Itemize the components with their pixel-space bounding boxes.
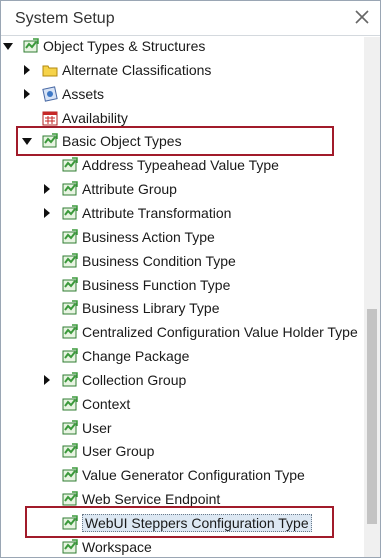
object-type-icon <box>62 324 78 339</box>
highlight-basic-object-types <box>16 126 334 156</box>
object-type-icon <box>62 181 78 196</box>
tree-item-label: Context <box>82 395 131 412</box>
object-type-tree: Object Types & Structures Alternate Class… <box>1 37 365 557</box>
object-type-icon <box>62 300 78 315</box>
folder-icon <box>42 65 58 77</box>
tree-item-label: Value Generator Configuration Type <box>82 467 305 484</box>
tree-item-level2-11[interactable]: User <box>1 417 361 441</box>
object-type-icon <box>62 419 78 435</box>
tree-item-label: Availability <box>62 109 128 126</box>
tree-item-level2-3[interactable]: Business Action Type <box>1 226 361 250</box>
tree-item-level2-2[interactable]: Attribute Transformation <box>1 202 361 226</box>
tree-item-level2-7[interactable]: Centralized Configuration Value Holder T… <box>1 321 361 345</box>
tree-item-label: Change Package <box>82 348 190 365</box>
panel-title: System Setup <box>15 10 115 27</box>
tree-item-label: Centralized Configuration Value Holder T… <box>82 324 358 341</box>
object-type-icon <box>62 539 78 554</box>
highlight-webui-steppers <box>25 506 334 538</box>
tree-item-label: Workspace <box>82 538 152 555</box>
object-type-icon <box>62 205 78 220</box>
tree-item-label: User Group <box>82 443 155 460</box>
tree-item-level2-12[interactable]: User Group <box>1 440 361 464</box>
tree-item-object-types-structures[interactable]: Object Types & Structures <box>1 37 361 59</box>
expand-right-arrow-icon[interactable] <box>22 88 32 100</box>
object-type-icon <box>62 157 78 172</box>
object-type-icon <box>62 443 78 458</box>
tree-item-label: User <box>82 419 112 436</box>
title-bar: System Setup <box>1 1 380 36</box>
tree-item-label: Business Condition Type <box>82 252 236 269</box>
object-type-icon <box>62 252 78 268</box>
expand-down-arrow-icon[interactable] <box>3 40 13 52</box>
object-type-icon <box>62 229 78 244</box>
tree-item-level2-5[interactable]: Business Function Type <box>1 274 361 298</box>
object-type-icon <box>62 491 78 506</box>
expand-right-arrow-icon[interactable] <box>42 374 52 386</box>
tree-item-level2-0[interactable]: Address Typeahead Value Type <box>1 154 361 178</box>
tree-item-level2-13[interactable]: Value Generator Configuration Type <box>1 464 361 488</box>
scrollbar-thumb[interactable] <box>367 309 377 524</box>
tree-item-label: Business Library Type <box>82 300 220 317</box>
tree-item-level1-0[interactable]: Alternate Classifications <box>1 59 361 83</box>
calendar-icon <box>42 111 58 126</box>
tree-item-level2-1[interactable]: Attribute Group <box>1 178 361 202</box>
close-icon[interactable] <box>353 8 371 26</box>
tree-item-label: Attribute Group <box>82 181 177 198</box>
system-setup-panel: System Setup Object Types & Structures Al… <box>0 0 381 558</box>
vertical-scrollbar[interactable] <box>364 37 380 557</box>
object-type-icon <box>23 38 39 53</box>
tree-item-level1-1[interactable]: Assets <box>1 83 361 107</box>
expand-right-arrow-icon[interactable] <box>22 64 32 76</box>
tree-item-label: Object Types & Structures <box>43 38 206 54</box>
tree-item-label: Collection Group <box>82 371 187 388</box>
tree-item-level2-4[interactable]: Business Condition Type <box>1 250 361 274</box>
tree-item-level2-8[interactable]: Change Package <box>1 345 361 369</box>
object-type-icon <box>62 276 78 291</box>
asset-icon <box>42 85 58 102</box>
expand-right-arrow-icon[interactable] <box>42 183 52 195</box>
tree-item-level2-10[interactable]: Context <box>1 393 361 417</box>
tree-item-level2-6[interactable]: Business Library Type <box>1 297 361 321</box>
object-type-icon <box>62 348 78 363</box>
tree-item-label: Address Typeahead Value Type <box>82 157 279 174</box>
tree-item-level2-16[interactable]: Workspace <box>1 536 361 557</box>
object-type-icon <box>62 372 78 387</box>
tree-item-label: Assets <box>62 85 105 102</box>
tree-item-level2-9[interactable]: Collection Group <box>1 369 361 393</box>
expand-right-arrow-icon[interactable] <box>42 207 52 219</box>
tree-item-label: Attribute Transformation <box>82 204 232 221</box>
tree-item-label: Web Service Endpoint <box>82 491 221 508</box>
tree-item-label: Alternate Classifications <box>62 61 212 78</box>
object-type-icon <box>62 396 78 411</box>
tree-item-label: Business Function Type <box>82 276 231 293</box>
tree-item-label: Business Action Type <box>82 228 215 245</box>
object-type-icon <box>62 467 78 482</box>
